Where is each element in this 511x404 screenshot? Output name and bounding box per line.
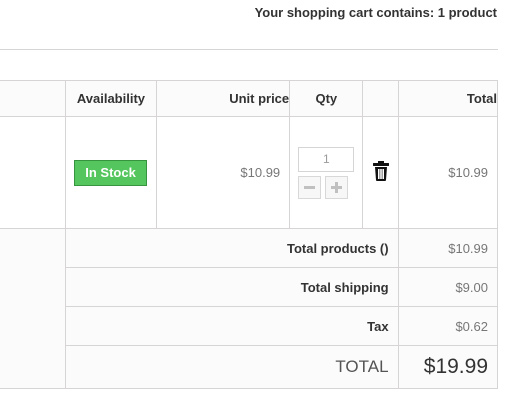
header-availability: Availability bbox=[65, 80, 157, 117]
tax-label: Tax bbox=[65, 306, 399, 346]
total-shipping-value: $9.00 bbox=[397, 267, 499, 307]
item-total: $10.99 bbox=[397, 116, 499, 229]
cart-item-row: In Stock $10.99 1 $10.99 bbox=[0, 116, 499, 229]
minus-icon bbox=[304, 185, 316, 189]
header-qty: Qty bbox=[289, 80, 364, 117]
grand-total-row: TOTAL $19.99 bbox=[0, 345, 499, 389]
total-shipping-row: Total shipping $9.00 bbox=[0, 267, 499, 307]
quantity-input[interactable]: 1 bbox=[298, 146, 355, 172]
divider bbox=[0, 49, 498, 50]
quantity-stepper: 1 bbox=[298, 146, 355, 199]
cart-header-row: Availability Unit price Qty Total bbox=[0, 80, 499, 117]
header-total: Total bbox=[397, 80, 499, 117]
quantity-increase-button[interactable] bbox=[325, 175, 349, 199]
total-shipping-label: Total shipping bbox=[65, 267, 399, 307]
tax-row: Tax $0.62 bbox=[0, 306, 499, 346]
total-products-value: $10.99 bbox=[397, 228, 499, 268]
item-delete-cell bbox=[362, 116, 399, 229]
in-stock-badge: In Stock bbox=[74, 159, 147, 186]
cart-summary: Your shopping cart contains: 1 product bbox=[254, 5, 497, 20]
grand-total-value: $19.99 bbox=[397, 345, 499, 389]
delete-item-button[interactable] bbox=[372, 161, 389, 184]
header-delete bbox=[362, 80, 399, 117]
item-qty-cell: 1 bbox=[289, 116, 364, 229]
plus-icon bbox=[331, 181, 343, 193]
trash-icon bbox=[372, 161, 389, 181]
header-description bbox=[0, 80, 67, 117]
grand-total-label: TOTAL bbox=[65, 345, 399, 389]
total-products-row: Total products () $10.99 bbox=[0, 228, 499, 389]
header-unit-price: Unit price bbox=[155, 80, 291, 117]
tax-value: $0.62 bbox=[397, 306, 499, 346]
item-description-cell bbox=[0, 116, 67, 229]
cart-table: Availability Unit price Qty Total In Sto… bbox=[0, 80, 499, 389]
item-unit-price: $10.99 bbox=[155, 116, 291, 229]
item-availability-cell: In Stock bbox=[65, 116, 157, 229]
footer-blank-cell bbox=[0, 228, 67, 389]
total-products-label: Total products () bbox=[65, 228, 399, 268]
quantity-decrease-button[interactable] bbox=[298, 175, 322, 199]
